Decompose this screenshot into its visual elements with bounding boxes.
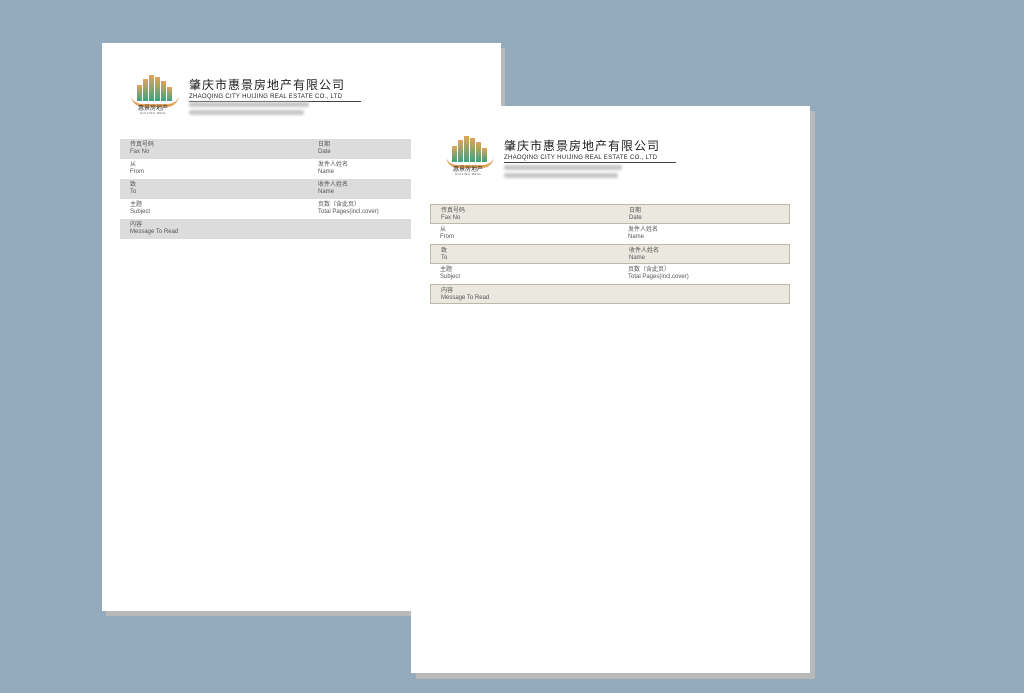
recipient-name-field: 收件人姓名 Name [629, 248, 660, 261]
message-field: 内容 Message To Read [130, 222, 179, 235]
form-row: 从 From 发件人姓名 Name [120, 159, 411, 179]
recipient-name-field: 收件人姓名 Name [318, 182, 349, 195]
company-name-cn: 肇庆市惠景房地产有限公司 [189, 78, 346, 92]
date-field: 日期 Date [629, 208, 642, 221]
form-row: 主题 Subject 页数（含此页） Total Pages(incl.cover) [120, 199, 411, 219]
empty-cell [308, 219, 411, 239]
blurred-contact-line [504, 173, 618, 178]
blurred-contact-line [504, 165, 622, 170]
from-field: 从 From [440, 227, 454, 240]
total-pages-field: 页数（含此页） Total Pages(incl.cover) [318, 202, 379, 215]
fax-form: 传真号码 Fax No 日期 Date 从 From 发件人姓名 Name 致 To 收件… [120, 139, 411, 239]
message-field: 内容 Message To Read [441, 288, 490, 301]
date-field: 日期 Date [318, 142, 331, 155]
company-logo: 惠景房地产 HUIJING REAL [444, 134, 498, 178]
company-name-en: ZHAOQING CITY HUIJING REAL ESTATE CO., L… [504, 155, 676, 163]
company-logo: 惠景房地产 HUIJING REAL [129, 73, 183, 117]
fax-sheet-right: 惠景房地产 HUIJING REAL 肇庆市惠景房地产有限公司 ZHAOQING… [411, 106, 810, 673]
form-row: 致 To 收件人姓名 Name [120, 179, 411, 199]
blurred-contact-line [189, 110, 304, 115]
sender-name-field: 发件人姓名 Name [628, 227, 659, 240]
form-row: 内容 Message To Read [120, 219, 411, 239]
sender-name-field: 发件人姓名 Name [318, 162, 349, 175]
fax-no-field: 传真号码 Fax No [130, 142, 155, 155]
to-field: 致 To [130, 182, 137, 195]
fax-no-field: 传真号码 Fax No [441, 208, 466, 221]
form-row: 从 From 发件人姓名 Name [430, 224, 790, 244]
form-row: 主题 Subject 页数（含此页） Total Pages(incl.cover) [430, 264, 790, 284]
form-row: 内容 Message To Read [430, 284, 790, 304]
from-field: 从 From [130, 162, 144, 175]
company-name-cn: 肇庆市惠景房地产有限公司 [504, 139, 661, 153]
company-name-block: 肇庆市惠景房地产有限公司 ZHAOQING CITY HUIJING REAL … [189, 76, 361, 102]
logo-text-en: HUIJING REAL [455, 172, 482, 176]
blurred-contact-line [189, 102, 309, 107]
fax-form: 传真号码 Fax No 日期 Date 从 From 发件人姓名 Name 致 To 收件… [430, 204, 790, 304]
empty-cell [619, 285, 789, 303]
subject-field: 主题 Subject [440, 267, 461, 280]
subject-field: 主题 Subject [130, 202, 151, 215]
form-row: 传真号码 Fax No 日期 Date [430, 204, 790, 224]
company-name-block: 肇庆市惠景房地产有限公司 ZHAOQING CITY HUIJING REAL … [504, 137, 676, 163]
form-row: 致 To 收件人姓名 Name [430, 244, 790, 264]
logo-text-en: HUIJING REAL [140, 111, 167, 115]
company-name-en: ZHAOQING CITY HUIJING REAL ESTATE CO., L… [189, 94, 361, 102]
form-row: 传真号码 Fax No 日期 Date [120, 139, 411, 159]
total-pages-field: 页数（含此页） Total Pages(incl.cover) [628, 267, 689, 280]
to-field: 致 To [441, 248, 448, 261]
